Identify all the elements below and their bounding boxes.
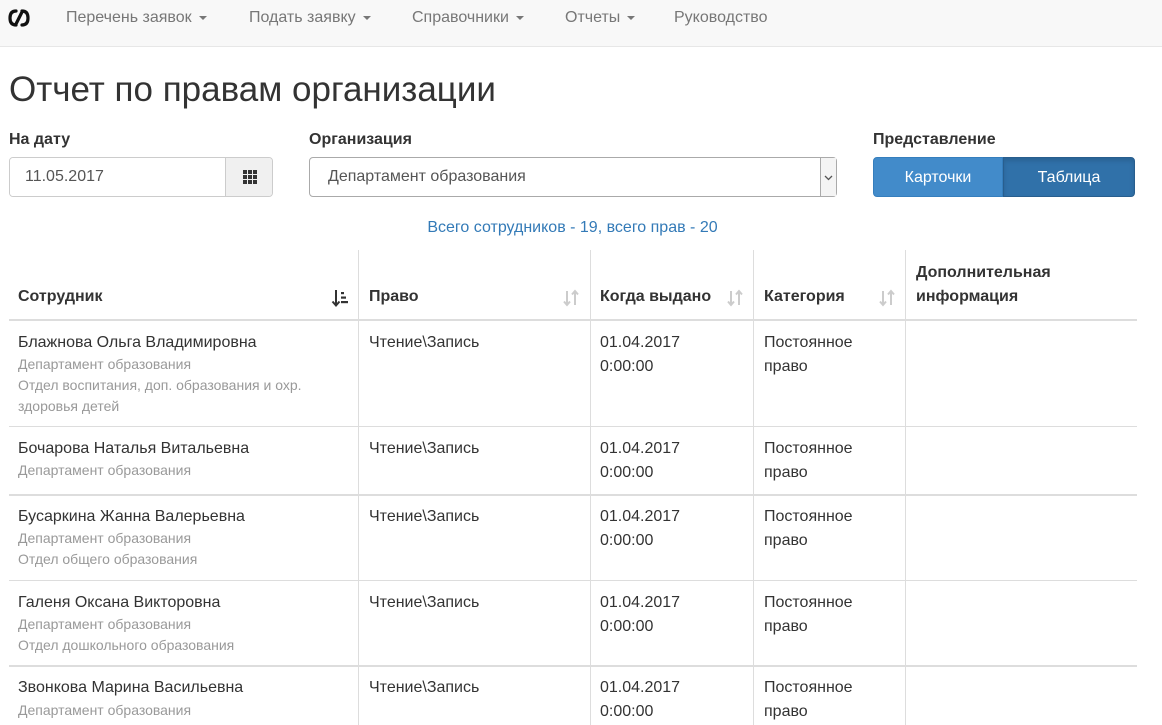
sort-unsorted-icon[interactable] (562, 288, 580, 308)
category-value-cont: право (764, 703, 808, 720)
sort-alpha-asc-icon[interactable] (331, 288, 349, 308)
nav-reports-label: Отчеты (565, 9, 621, 26)
row-divider (9, 494, 1137, 496)
date-picker (9, 157, 273, 197)
nav-reports[interactable]: Отчеты (565, 8, 636, 28)
header-employee[interactable]: Сотрудник (18, 285, 103, 309)
column-divider (905, 250, 906, 725)
nav-requests-list[interactable]: Перечень заявок (66, 8, 207, 28)
employee-name: Бочарова Наталья Витальевна (18, 440, 250, 457)
employee-name: Блажнова Ольга Владимировна (18, 334, 257, 351)
nav-directories-label: Справочники (412, 9, 509, 26)
issued-time: 0:00:00 (600, 532, 654, 549)
category-value-cont: право (764, 618, 808, 635)
right-value: Чтение\Запись (369, 440, 480, 457)
employee-name: Галеня Оксана Викторовна (18, 594, 221, 611)
issued-time: 0:00:00 (600, 464, 654, 481)
employee-organization: Департамент образования (18, 616, 192, 632)
sort-unsorted-icon[interactable] (726, 288, 744, 308)
issued-date: 01.04.2017 (600, 440, 681, 457)
view-table-button[interactable]: Таблица (1003, 157, 1135, 197)
header-right[interactable]: Право (369, 285, 419, 309)
employee-department: Отдел общего образования (18, 551, 198, 567)
date-label: На дату (9, 131, 71, 148)
nav-directories[interactable]: Справочники (412, 8, 524, 28)
employee-organization: Департамент образования (18, 702, 192, 718)
category-value: Постоянное (764, 508, 853, 525)
issued-time: 0:00:00 (600, 358, 654, 375)
column-divider (753, 250, 754, 725)
page-title: Отчет по правам организации (9, 70, 496, 109)
category-value-cont: право (764, 532, 808, 549)
chevron-down-icon (824, 175, 833, 181)
category-value: Постоянное (764, 679, 853, 696)
employee-name: Бусаркина Жанна Валерьевна (18, 508, 245, 525)
employee-department: Отдел воспитания, доп. образования и охр… (18, 377, 302, 393)
calendar-grid-icon (243, 170, 257, 184)
header-category[interactable]: Категория (764, 285, 845, 309)
employee-name: Звонкова Марина Васильевна (18, 679, 244, 696)
calendar-button[interactable] (225, 158, 272, 196)
caret-down-icon (627, 15, 636, 20)
column-divider (590, 250, 591, 725)
view-label: Представление (873, 131, 996, 148)
nav-submit-request[interactable]: Подать заявку (249, 8, 371, 28)
employee-organization: Департамент образования (18, 356, 192, 372)
organization-label: Организация (309, 131, 412, 148)
right-value: Чтение\Запись (369, 594, 480, 611)
category-value-cont: право (764, 464, 808, 481)
nav-manual-label: Руководство (674, 9, 768, 26)
summary-text: Всего сотрудников - 19, всего прав - 20 (427, 219, 718, 236)
right-value: Чтение\Запись (369, 508, 480, 525)
category-value: Постоянное (764, 440, 853, 457)
employee-organization: Департамент образования (18, 462, 192, 478)
header-divider (9, 319, 1137, 321)
issued-date: 01.04.2017 (600, 508, 681, 525)
sort-unsorted-icon[interactable] (878, 288, 896, 308)
row-divider (9, 665, 1137, 667)
caret-down-icon (362, 15, 371, 20)
organization-select-value: Департамент образования (328, 168, 526, 185)
employee-department-cont: здоровья детей (18, 398, 120, 414)
employee-organization: Департамент образования (18, 530, 192, 546)
issued-date: 01.04.2017 (600, 679, 681, 696)
header-extra-info-line2: информация (916, 288, 1019, 305)
caret-down-icon (515, 15, 524, 20)
select-arrow[interactable] (820, 158, 836, 196)
row-divider (9, 580, 1137, 581)
issued-date: 01.04.2017 (600, 334, 681, 351)
row-divider (9, 426, 1137, 427)
nav-requests-list-label: Перечень заявок (66, 9, 192, 26)
nav-submit-request-label: Подать заявку (249, 9, 356, 26)
nav-manual[interactable]: Руководство (674, 8, 768, 28)
issued-time: 0:00:00 (600, 703, 654, 720)
right-value: Чтение\Запись (369, 334, 480, 351)
view-cards-button[interactable]: Карточки (873, 157, 1003, 197)
column-divider (358, 250, 359, 725)
organization-select[interactable]: Департамент образования (309, 157, 837, 197)
category-value: Постоянное (764, 334, 853, 351)
date-input[interactable] (10, 158, 226, 196)
brand-logo-icon[interactable] (8, 8, 30, 28)
issued-time: 0:00:00 (600, 618, 654, 635)
top-navbar: Перечень заявок Подать заявку Справочник… (0, 0, 1162, 47)
right-value: Чтение\Запись (369, 679, 480, 696)
header-issued[interactable]: Когда выдано (600, 285, 711, 309)
caret-down-icon (198, 15, 207, 20)
category-value: Постоянное (764, 594, 853, 611)
employee-department: Отдел дошкольного образования (18, 637, 235, 653)
issued-date: 01.04.2017 (600, 594, 681, 611)
header-extra-info-line1: Дополнительная (916, 264, 1051, 281)
category-value-cont: право (764, 358, 808, 375)
